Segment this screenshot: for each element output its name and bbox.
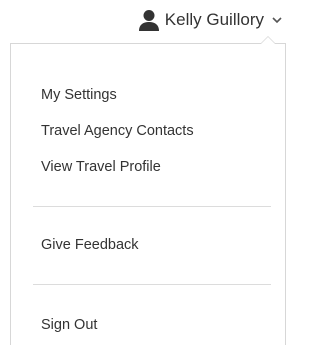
chevron-down-icon [272, 17, 282, 24]
user-name: Kelly Guillory [164, 10, 264, 29]
menu-item-view-travel-profile[interactable]: View Travel Profile [41, 158, 161, 176]
user-menu-page: Kelly Guillory My Settings Travel Agency… [0, 0, 287, 345]
menu-item-give-feedback[interactable]: Give Feedback [41, 236, 139, 254]
menu-divider [33, 206, 271, 207]
user-menu-toggle[interactable]: Kelly Guillory [138, 8, 282, 32]
menu-item-sign-out[interactable]: Sign Out [41, 316, 97, 334]
menu-divider [33, 284, 271, 285]
user-dropdown-menu: My Settings Travel Agency Contacts View … [10, 36, 286, 345]
person-icon [138, 10, 159, 31]
dropdown-caret-fill [261, 37, 275, 44]
menu-item-my-settings[interactable]: My Settings [41, 86, 117, 104]
menu-item-travel-agency-contacts[interactable]: Travel Agency Contacts [41, 122, 194, 140]
